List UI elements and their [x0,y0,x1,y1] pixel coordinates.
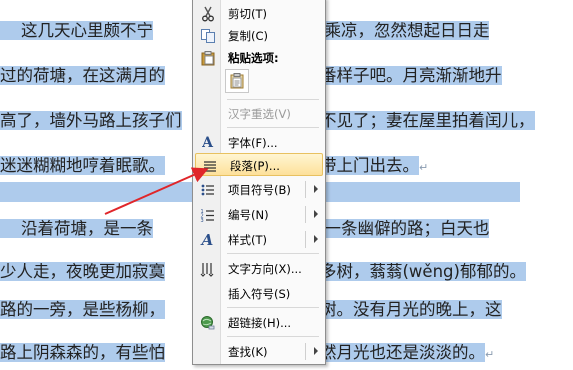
annotation-arrow [104,167,209,215]
